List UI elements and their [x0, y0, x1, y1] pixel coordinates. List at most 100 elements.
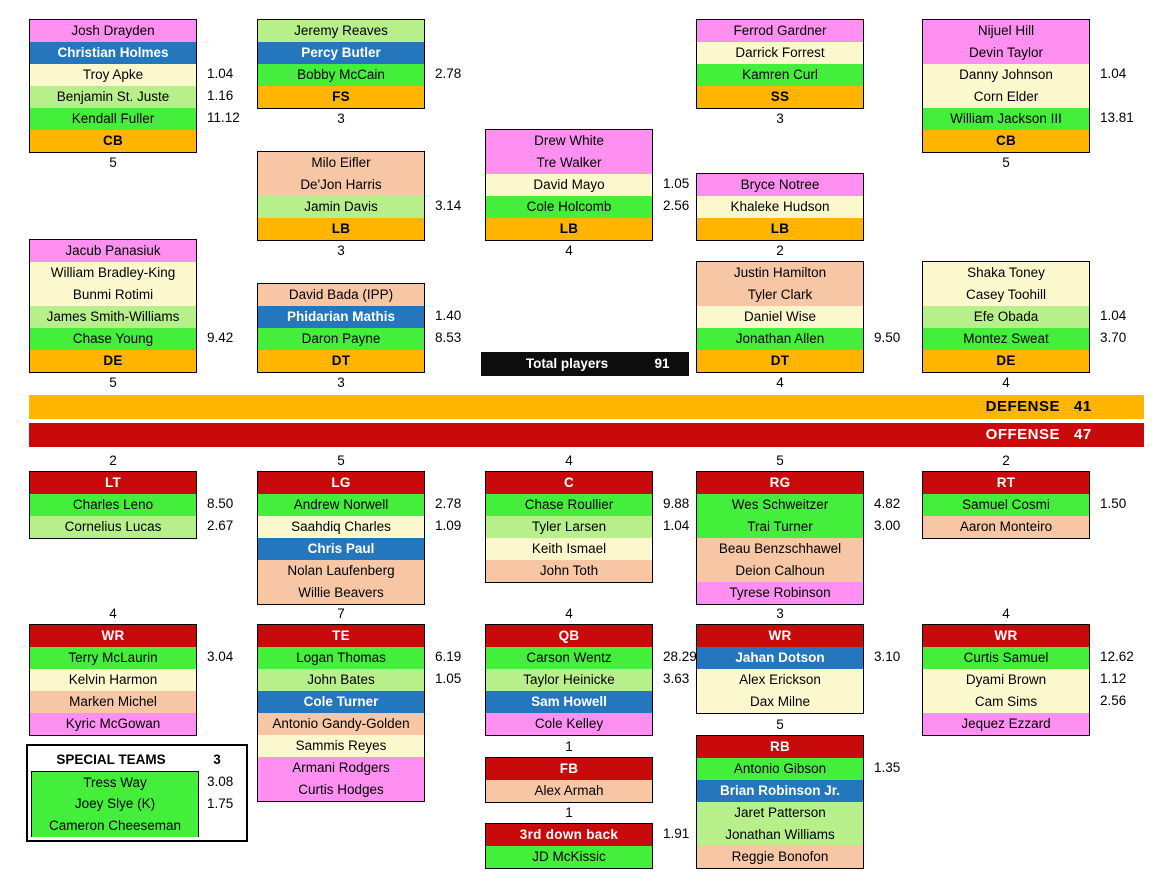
- player-row[interactable]: De'Jon Harris: [258, 174, 424, 196]
- player-row[interactable]: Andrew Norwell: [258, 494, 424, 516]
- player-row[interactable]: Joey Slye (K): [31, 793, 199, 815]
- player-row[interactable]: Keith Ismael: [486, 538, 652, 560]
- player-row[interactable]: Willie Beavers: [258, 582, 424, 604]
- player-row[interactable]: Alex Erickson: [697, 669, 863, 691]
- player-row[interactable]: Ferrod Gardner: [697, 20, 863, 42]
- player-row[interactable]: Kyric McGowan: [30, 713, 196, 735]
- player-row[interactable]: Efe Obada: [923, 306, 1089, 328]
- player-row[interactable]: Tress Way: [31, 771, 199, 793]
- player-row[interactable]: Tyler Larsen: [486, 516, 652, 538]
- player-row[interactable]: Antonio Gibson: [697, 758, 863, 780]
- player-row[interactable]: Kamren Curl: [697, 64, 863, 86]
- player-row[interactable]: Jaret Patterson: [697, 802, 863, 824]
- player-cap-value: [431, 283, 491, 305]
- player-row[interactable]: Sammis Reyes: [258, 735, 424, 757]
- player-row[interactable]: Taylor Heinicke: [486, 669, 652, 691]
- player-row[interactable]: Samuel Cosmi: [923, 494, 1089, 516]
- player-row[interactable]: Aaron Monteiro: [923, 516, 1089, 538]
- player-row[interactable]: Tre Walker: [486, 152, 652, 174]
- player-row[interactable]: Chris Paul: [258, 538, 424, 560]
- player-row[interactable]: Carson Wentz: [486, 647, 652, 669]
- player-row[interactable]: Tyrese Robinson: [697, 582, 863, 604]
- player-row[interactable]: Kelvin Harmon: [30, 669, 196, 691]
- player-cap-value: [203, 305, 263, 327]
- player-row[interactable]: Curtis Samuel: [923, 647, 1089, 669]
- cap-hit-column: 2.78 1.09: [431, 471, 491, 603]
- player-row[interactable]: Marken Michel: [30, 691, 196, 713]
- player-row[interactable]: Darrick Forrest: [697, 42, 863, 64]
- player-row[interactable]: Deion Calhoun: [697, 560, 863, 582]
- player-row[interactable]: Montez Sweat: [923, 328, 1089, 350]
- player-row[interactable]: Cole Kelley: [486, 713, 652, 735]
- player-row[interactable]: John Toth: [486, 560, 652, 582]
- player-row[interactable]: Jacub Panasiuk: [30, 240, 196, 262]
- player-row[interactable]: Brian Robinson Jr.: [697, 780, 863, 802]
- player-row[interactable]: Phidarian Mathis: [258, 306, 424, 328]
- player-row[interactable]: Antonio Gandy-Golden: [258, 713, 424, 735]
- player-row[interactable]: William Bradley-King: [30, 262, 196, 284]
- player-row[interactable]: Bobby McCain: [258, 64, 424, 86]
- player-row[interactable]: Bryce Notree: [697, 174, 863, 196]
- player-row[interactable]: Danny Johnson: [923, 64, 1089, 86]
- player-row[interactable]: Jonathan Allen: [697, 328, 863, 350]
- player-row[interactable]: Dyami Brown: [923, 669, 1089, 691]
- player-row[interactable]: Logan Thomas: [258, 647, 424, 669]
- player-cap-value: 1.35: [874, 760, 901, 775]
- player-row[interactable]: Alex Armah: [486, 780, 652, 802]
- player-row[interactable]: John Bates: [258, 669, 424, 691]
- player-row[interactable]: Benjamin St. Juste: [30, 86, 196, 108]
- player-row[interactable]: Cornelius Lucas: [30, 516, 196, 538]
- player-row[interactable]: Josh Drayden: [30, 20, 196, 42]
- player-cap-value: [870, 261, 930, 283]
- player-row[interactable]: Chase Roullier: [486, 494, 652, 516]
- player-cap-value: [870, 41, 930, 63]
- player-row[interactable]: Saahdiq Charles: [258, 516, 424, 538]
- player-row[interactable]: Shaka Toney: [923, 262, 1089, 284]
- player-row[interactable]: David Bada (IPP): [258, 284, 424, 306]
- player-row[interactable]: Corn Elder: [923, 86, 1089, 108]
- player-row[interactable]: Cam Sims: [923, 691, 1089, 713]
- player-row[interactable]: William Jackson III: [923, 108, 1089, 130]
- player-row[interactable]: Dax Milne: [697, 691, 863, 713]
- player-row[interactable]: Casey Toohill: [923, 284, 1089, 306]
- player-row[interactable]: David Mayo: [486, 174, 652, 196]
- player-row[interactable]: Cole Turner: [258, 691, 424, 713]
- player-row[interactable]: Percy Butler: [258, 42, 424, 64]
- position-count: 1: [565, 805, 573, 820]
- player-row[interactable]: Christian Holmes: [30, 42, 196, 64]
- player-row[interactable]: Milo Eifler: [258, 152, 424, 174]
- player-row[interactable]: Charles Leno: [30, 494, 196, 516]
- player-row[interactable]: Devin Taylor: [923, 42, 1089, 64]
- player-row[interactable]: Cole Holcomb: [486, 196, 652, 218]
- player-row[interactable]: Jeremy Reaves: [258, 20, 424, 42]
- player-row[interactable]: Armani Rodgers: [258, 757, 424, 779]
- player-row[interactable]: Trai Turner: [697, 516, 863, 538]
- player-row[interactable]: Sam Howell: [486, 691, 652, 713]
- player-row[interactable]: Kendall Fuller: [30, 108, 196, 130]
- player-row[interactable]: Cameron Cheeseman: [31, 815, 199, 837]
- offense-banner: OFFENSE 47: [29, 423, 1144, 447]
- player-row[interactable]: Bunmi Rotimi: [30, 284, 196, 306]
- player-row[interactable]: Wes Schweitzer: [697, 494, 863, 516]
- player-row[interactable]: Troy Apke: [30, 64, 196, 86]
- player-row[interactable]: Reggie Bonofon: [697, 846, 863, 868]
- player-row[interactable]: Jequez Ezzard: [923, 713, 1089, 735]
- player-row[interactable]: Daron Payne: [258, 328, 424, 350]
- player-row[interactable]: James Smith-Williams: [30, 306, 196, 328]
- player-row[interactable]: Khaleke Hudson: [697, 196, 863, 218]
- player-row[interactable]: Tyler Clark: [697, 284, 863, 306]
- player-row[interactable]: Beau Benzschhawel: [697, 538, 863, 560]
- player-row[interactable]: Jonathan Williams: [697, 824, 863, 846]
- player-row[interactable]: Jahan Dotson: [697, 647, 863, 669]
- player-row[interactable]: Jamin Davis: [258, 196, 424, 218]
- player-row[interactable]: Justin Hamilton: [697, 262, 863, 284]
- player-row[interactable]: Terry McLaurin: [30, 647, 196, 669]
- player-row[interactable]: Curtis Hodges: [258, 779, 424, 801]
- player-row[interactable]: Nolan Laufenberg: [258, 560, 424, 582]
- player-row[interactable]: JD McKissic: [486, 846, 652, 868]
- player-cap-value: [870, 305, 930, 327]
- player-row[interactable]: Nijuel Hill: [923, 20, 1089, 42]
- player-row[interactable]: Daniel Wise: [697, 306, 863, 328]
- player-row[interactable]: Chase Young: [30, 328, 196, 350]
- player-row[interactable]: Drew White: [486, 130, 652, 152]
